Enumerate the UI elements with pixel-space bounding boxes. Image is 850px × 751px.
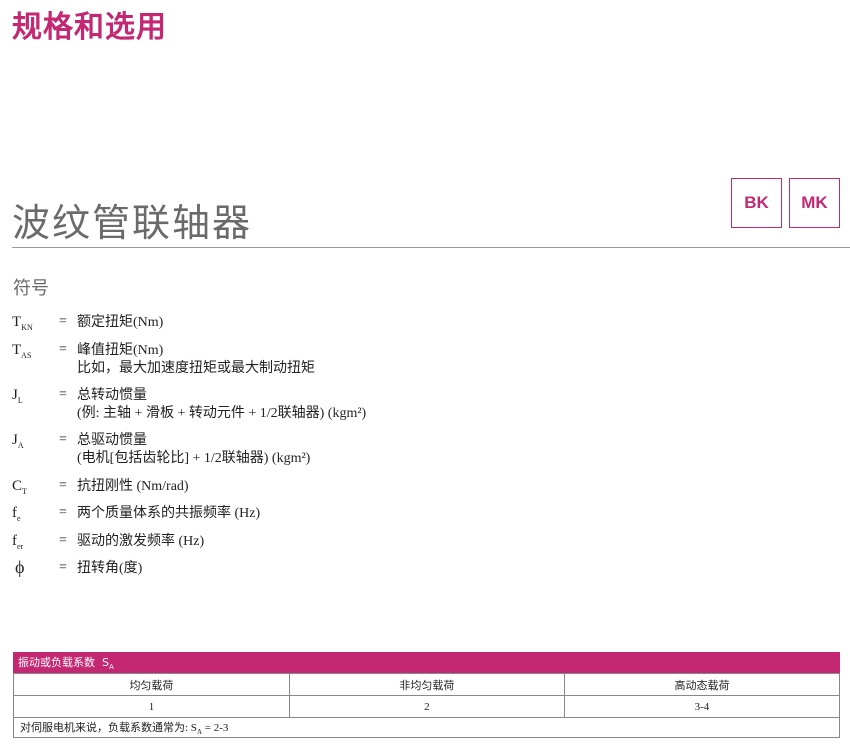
symbol-description: 抗扭刚性 (Nm/rad) [77, 479, 189, 494]
table-note-row: 对伺服电机来说，负载系数通常为: SA = 2-3 [13, 717, 840, 738]
symbol-label: fe [12, 505, 21, 523]
table-header-cell: 非均匀载荷 [288, 673, 565, 696]
symbol-description: 总驱动惯量 (电机[包括齿轮比] + 1/2联轴器) (kgm²) [77, 433, 311, 466]
table-cell: 3-4 [563, 695, 841, 718]
table-header-row: 均匀载荷 非均匀载荷 高动态载荷 [13, 673, 841, 696]
table-header-cell: 均匀载荷 [13, 673, 290, 696]
table-header-cell: 高动态载荷 [563, 673, 841, 696]
equals-sign: = [59, 505, 67, 520]
symbol-description: 额定扭矩(Nm) [77, 315, 164, 330]
load-factor-table: 振动或负载系数 SA 均匀载荷 非均匀载荷 高动态载荷 1 2 3-4 对伺服电… [13, 652, 841, 738]
symbol-label: TKN [12, 314, 33, 332]
table-row: 1 2 3-4 [13, 695, 841, 718]
symbol-description: 驱动的激发频率 (Hz) [77, 534, 205, 549]
symbol-description: 扭转角(度) [77, 561, 143, 576]
equals-sign: = [59, 314, 67, 329]
badge-mk[interactable]: MK [789, 178, 840, 228]
symbol-description: 总转动惯量 (例: 主轴 + 滑板 + 转动元件 + 1/2联轴器) (kgm²… [77, 388, 367, 421]
product-title: 波纹管联轴器 [12, 201, 253, 245]
equals-sign: = [59, 432, 67, 447]
symbol-description: 两个质量体系的共振频率 (Hz) [77, 506, 261, 521]
table-cell: 2 [288, 695, 565, 718]
symbol-description: 峰值扭矩(Nm) 比如，最大加速度扭矩或最大制动扭矩 [77, 343, 315, 376]
section-title-symbols: 符号 [13, 278, 49, 299]
symbol-label: CT [12, 478, 27, 496]
page-heading: 规格和选用 [12, 10, 167, 45]
equals-sign: = [59, 387, 67, 402]
symbol-label: fer [12, 533, 24, 551]
equals-sign: = [59, 478, 67, 493]
symbol-label: JL [12, 387, 23, 405]
symbol-label: TAS [12, 342, 32, 360]
equals-sign: = [59, 533, 67, 548]
table-note: 对伺服电机来说，负载系数通常为: SA = 2-3 [13, 717, 840, 738]
symbol-label: JA [12, 432, 24, 450]
symbol-label: ϕ [15, 557, 25, 577]
table-header-bar: 振动或负载系数 SA [13, 652, 840, 673]
equals-sign: = [59, 560, 67, 575]
equals-sign: = [59, 342, 67, 357]
title-divider [12, 247, 850, 248]
badge-bk[interactable]: BK [731, 178, 782, 228]
table-cell: 1 [13, 695, 290, 718]
